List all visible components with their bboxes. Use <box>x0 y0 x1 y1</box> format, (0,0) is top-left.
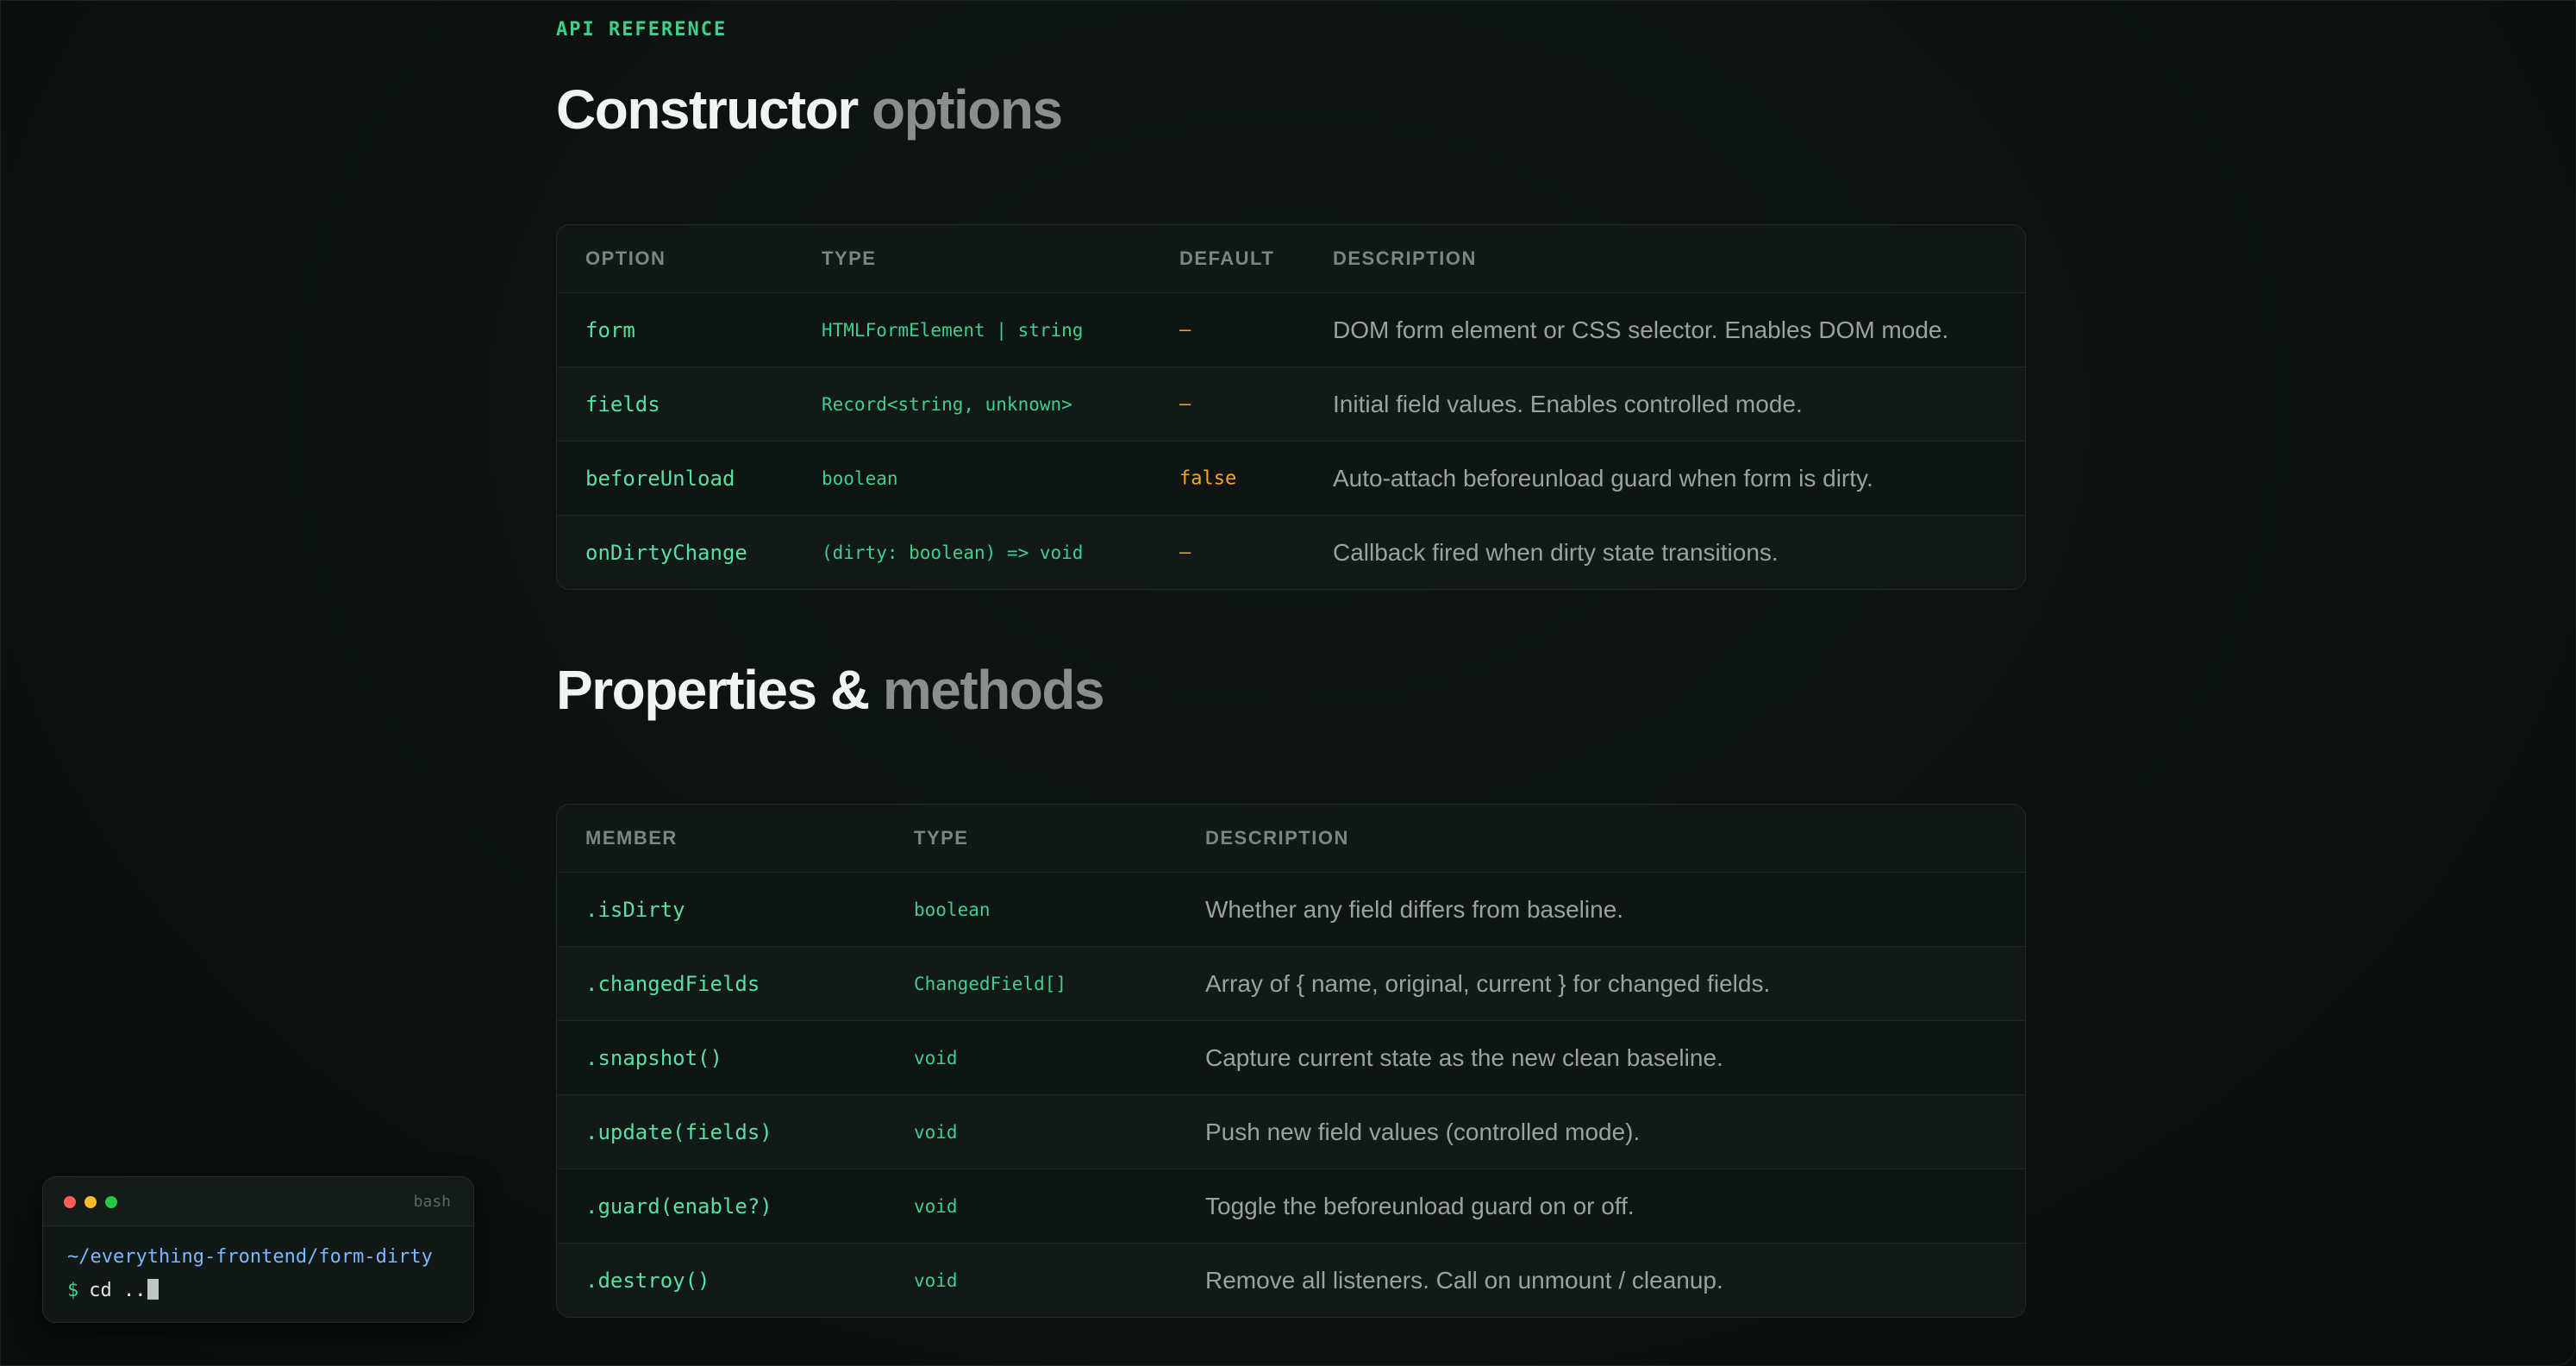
table-row: .guard(enable?) void Toggle the beforeun… <box>557 1169 2025 1243</box>
table-header-row: OPTION TYPE DEFAULT DESCRIPTION <box>557 225 2025 292</box>
member-name: .isDirty <box>585 897 685 922</box>
title-muted: methods <box>882 659 1105 721</box>
table-row: .destroy() void Remove all listeners. Ca… <box>557 1243 2025 1317</box>
option-default: — <box>1179 542 1191 563</box>
member-type: ChangedField[] <box>914 973 1067 994</box>
terminal-current-path: ~/everything-frontend/form-dirty <box>67 1246 433 1268</box>
table-row: beforeUnload boolean false Auto-attach b… <box>557 441 2025 515</box>
table-row: .changedFields ChangedField[] Array of {… <box>557 946 2025 1020</box>
column-header-description: DESCRIPTION <box>1205 827 1349 849</box>
maximize-window-dot[interactable] <box>105 1196 117 1208</box>
constructor-options-title: Constructor options <box>556 78 1063 141</box>
terminal-widget[interactable]: bash ~/everything-frontend/form-dirty $ c… <box>42 1176 474 1323</box>
terminal-shell-label: bash <box>413 1193 451 1211</box>
option-default: — <box>1179 319 1191 341</box>
option-name: form <box>585 317 635 342</box>
column-header-type: TYPE <box>822 248 877 269</box>
option-name: onDirtyChange <box>585 540 747 565</box>
constructor-options-table: OPTION TYPE DEFAULT DESCRIPTION form HTM… <box>556 224 2026 590</box>
option-name: beforeUnload <box>585 466 735 491</box>
member-description: Capture current state as the new clean b… <box>1205 1043 1723 1071</box>
member-type: void <box>914 1047 958 1068</box>
member-type: void <box>914 1121 958 1143</box>
table-row: fields Record<string, unknown> — Initial… <box>557 367 2025 441</box>
properties-methods-table: MEMBER TYPE DESCRIPTION .isDirty boolean… <box>556 804 2026 1318</box>
title-muted: options <box>872 78 1063 141</box>
properties-methods-title: Properties & methods <box>556 658 1105 722</box>
section-eyebrow: API REFERENCE <box>556 19 728 41</box>
member-name: .guard(enable?) <box>585 1194 772 1219</box>
table-row: .snapshot() void Capture current state a… <box>557 1020 2025 1094</box>
member-description: Push new field values (controlled mode). <box>1205 1118 1641 1145</box>
option-description: DOM form element or CSS selector. Enable… <box>1333 316 1949 343</box>
terminal-command-text: cd .. <box>89 1280 147 1301</box>
option-default: false <box>1179 467 1237 489</box>
option-default: — <box>1179 393 1191 415</box>
close-window-dot[interactable] <box>64 1196 76 1208</box>
column-header-default: DEFAULT <box>1179 248 1275 269</box>
table-row: form HTMLFormElement | string — DOM form… <box>557 292 2025 367</box>
terminal-prompt: $ <box>67 1280 79 1301</box>
member-type: boolean <box>914 899 991 920</box>
option-name: fields <box>585 392 660 417</box>
member-description: Remove all listeners. Call on unmount / … <box>1205 1266 1723 1294</box>
member-description: Whether any field differs from baseline. <box>1205 895 1624 923</box>
member-name: .destroy() <box>585 1268 710 1293</box>
column-header-type: TYPE <box>914 827 969 849</box>
table-header-row: MEMBER TYPE DESCRIPTION <box>557 805 2025 872</box>
title-main: Properties & <box>556 659 870 721</box>
table-row: onDirtyChange (dirty: boolean) => void —… <box>557 515 2025 589</box>
member-name: .update(fields) <box>585 1119 772 1144</box>
option-type: Record<string, unknown> <box>822 393 1072 415</box>
option-description: Auto-attach beforeunload guard when form… <box>1333 464 1873 492</box>
member-name: .snapshot() <box>585 1045 722 1070</box>
member-name: .changedFields <box>585 971 760 996</box>
column-header-member: MEMBER <box>585 827 678 849</box>
member-description: Array of { name, original, current } for… <box>1205 969 1771 997</box>
terminal-command-line[interactable]: $ cd .. <box>67 1279 159 1301</box>
table-row: .isDirty boolean Whether any field diffe… <box>557 872 2025 946</box>
minimize-window-dot[interactable] <box>84 1196 97 1208</box>
terminal-titlebar[interactable]: bash <box>43 1177 473 1226</box>
table-row: .update(fields) void Push new field valu… <box>557 1094 2025 1169</box>
option-type: boolean <box>822 467 898 489</box>
option-type: HTMLFormElement | string <box>822 319 1084 341</box>
member-description: Toggle the beforeunload guard on or off. <box>1205 1192 1635 1219</box>
title-main: Constructor <box>556 78 859 141</box>
option-type: (dirty: boolean) => void <box>822 542 1084 563</box>
option-description: Callback fired when dirty state transiti… <box>1333 538 1779 566</box>
column-header-option: OPTION <box>585 248 666 269</box>
member-type: void <box>914 1195 958 1217</box>
terminal-cursor <box>147 1279 159 1300</box>
page: API REFERENCE Constructor options OPTION… <box>0 0 2576 1366</box>
member-type: void <box>914 1269 958 1291</box>
column-header-description: DESCRIPTION <box>1333 248 1477 269</box>
option-description: Initial field values. Enables controlled… <box>1333 390 1803 417</box>
